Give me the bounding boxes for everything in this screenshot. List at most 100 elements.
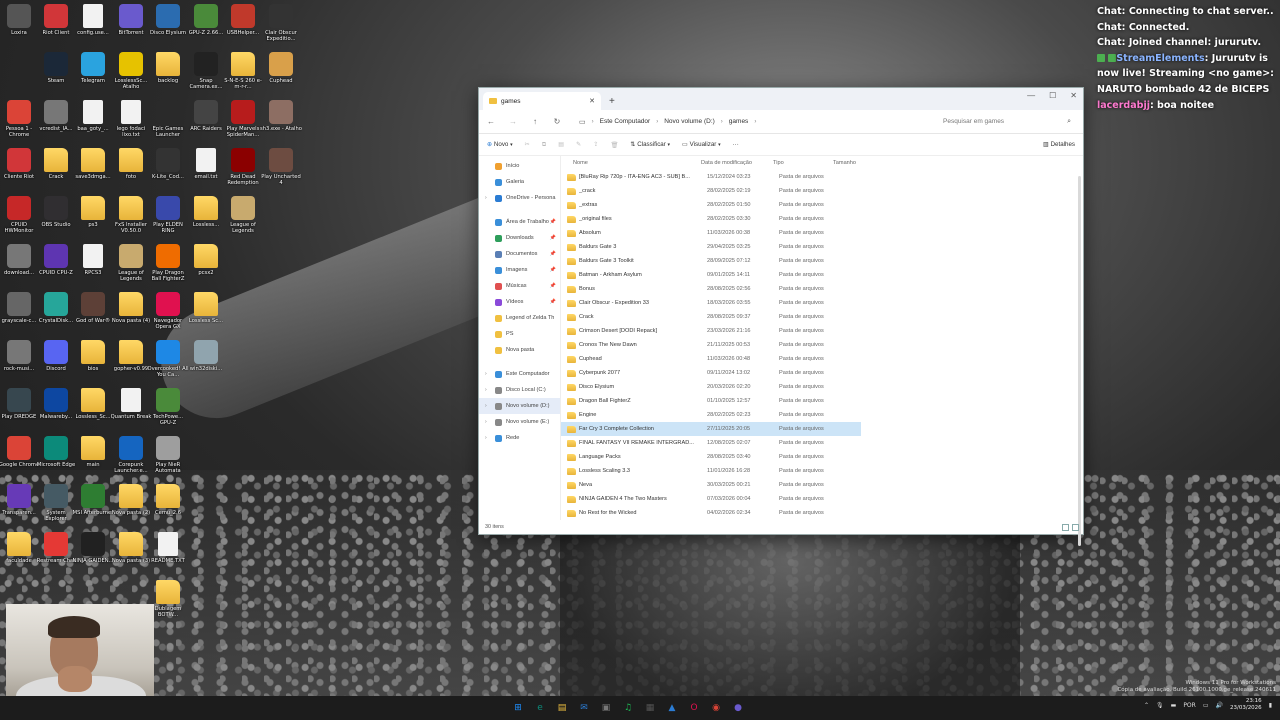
nav-item[interactable]: › Este Computador [479,366,560,382]
search-box[interactable]: Pesquisar em games ⌕ [937,114,1077,130]
rename-icon[interactable]: ✎ [576,141,581,148]
desktop-icon[interactable]: Cemu_2.6 [149,484,187,516]
chevron-right-icon[interactable]: › [485,435,487,441]
table-row[interactable]: Cronos The New Dawn 21/11/2025 00:53 Pasta… [561,338,1083,352]
paste-icon[interactable]: ▤ [558,141,564,148]
desktop-icon[interactable]: gopher-v0.99 [112,340,150,372]
nav-item[interactable]: Imagens 📌 [479,262,560,278]
table-row[interactable]: _crack 28/02/2025 02:19 Pasta de arquivos [561,184,1083,198]
desktop-icon[interactable]: League of Legends [112,244,150,282]
nav-item[interactable]: › Novo volume (D:) [479,398,560,414]
breadcrumb-folder[interactable]: games [729,118,749,125]
nav-item[interactable]: › Novo volume (E:) [479,414,560,430]
file-explorer-icon[interactable]: ▤ [554,700,570,716]
table-row[interactable]: Cyberpunk 2077 09/11/2024 13:02 Pasta de a… [561,366,1083,380]
desktop-icon[interactable]: save3dmga... [74,148,112,180]
view-button[interactable]: ▭ Visualizar ▾ [682,141,721,148]
nav-item[interactable]: Área de Trabalho 📌 [479,214,560,230]
desktop-icon[interactable]: Crack [37,148,75,180]
desktop-icon[interactable]: Corepunk Launcher.e... [112,436,150,474]
opera-gx-icon[interactable]: O [686,700,702,716]
desktop-icon[interactable]: Lossless... [187,196,225,228]
desktop-icon[interactable]: FxS Installer V0.50.0 [112,196,150,234]
new-button[interactable]: ⊕ Novo ▾ [487,141,513,148]
table-row[interactable]: Crack 28/08/2025 09:37 Pasta de arquivos [561,310,1083,324]
table-row[interactable]: Language Packs 28/08/2025 03:40 Pasta de a… [561,450,1083,464]
desktop-icon[interactable]: faculdade [0,532,38,564]
nav-item[interactable]: Início [479,158,560,174]
desktop-icon[interactable]: Snap Camera.ex... [187,52,225,90]
desktop-icon[interactable]: CPUID CPU-Z [37,244,75,276]
details-view-icon[interactable] [1062,523,1069,531]
desktop-icon[interactable]: NINJA GAIDEN... [72,532,114,564]
desktop-icon[interactable]: League of Legends [224,196,262,234]
up-arrow-icon[interactable]: ↑ [529,117,541,126]
tab-games[interactable]: games ✕ [483,92,601,110]
nav-item[interactable]: Legend of Zelda Th [479,310,560,326]
desktop-icon[interactable]: Nova pasta (2) [112,484,150,516]
copy-icon[interactable]: ⧉ [542,141,546,149]
nav-item[interactable]: Vídeos 📌 [479,294,560,310]
desktop-icon[interactable]: System Explorer [37,484,75,522]
table-row[interactable]: Clair Obscur - Expedition 33 18/03/2026 0… [561,296,1083,310]
store-icon[interactable]: ▣ [598,700,614,716]
address-bar[interactable]: ▭ › Este Computador › Novo volume (D:) ›… [573,114,913,130]
table-row[interactable]: Baldurs Gate 3 29/04/2025 03:25 Pasta de a… [561,240,1083,254]
monitor-tray-icon[interactable]: ▭ [1203,702,1209,709]
desktop-icon[interactable]: GPU-Z 2.66... [187,4,225,36]
desktop-icon[interactable]: Malwareby... [37,388,75,420]
nav-item[interactable]: Documentos 📌 [479,246,560,262]
desktop-icon[interactable]: Epic Games Launcher [149,100,187,138]
desktop-icon[interactable]: BitTorrent [112,4,150,36]
chevron-up-icon[interactable]: ⌃ [1144,702,1149,709]
table-row[interactable]: Bonus 28/08/2025 02:56 Pasta de arquivos [561,282,1083,296]
desktop-icon[interactable]: LosslessSc... Atalho [112,52,150,90]
chevron-right-icon[interactable]: › [485,403,487,409]
table-row[interactable]: [BluRay Rip 720p - ITA-ENG AC3 - SUB] B.… [561,170,1083,184]
mail-icon[interactable]: ✉ [576,700,592,716]
column-type[interactable]: Tipo [773,160,833,166]
close-tab-icon[interactable]: ✕ [589,97,595,105]
desktop-icon[interactable]: Play Uncharted 4 [261,148,301,186]
table-row[interactable]: Absolum 11/03/2026 00:38 Pasta de arquivos [561,226,1083,240]
column-date[interactable]: Data de modificação [701,160,773,166]
chevron-right-icon[interactable]: › [485,371,487,377]
desktop-icon[interactable]: rock-musi... [0,340,38,372]
nav-item[interactable]: Músicas 📌 [479,278,560,294]
notification-icon[interactable]: ▮ [1269,702,1272,709]
nav-item[interactable]: › Rede [479,430,560,446]
table-row[interactable]: _original files 28/02/2025 03:30 Pasta de … [561,212,1083,226]
desktop-icon[interactable]: Restream Chat [37,532,75,564]
desktop-icon[interactable]: S-N-E-S 260 e-m-r-r... [224,52,262,90]
desktop-icon[interactable]: win32diski... [187,340,225,372]
desktop-icon[interactable]: CrystalDisk... [37,292,75,324]
nav-item[interactable]: Galeria [479,174,560,190]
desktop-icon[interactable]: Red Dead Redemption [224,148,262,186]
more-options-button[interactable]: ··· [733,141,739,148]
desktop-icon[interactable]: foto [112,148,150,180]
back-arrow-icon[interactable]: ← [485,117,497,126]
desktop-icon[interactable]: Quantum Break [111,388,151,420]
network-icon[interactable]: ▬ [1171,702,1177,709]
desktop-icon[interactable]: K-Lite_Cod... [149,148,187,180]
desktop-icon[interactable]: config.use... [74,4,112,36]
desktop-icon[interactable]: Play NieR Automata [149,436,187,474]
table-row[interactable]: No Rest for the Wicked 04/02/2026 02:34 Pa… [561,506,1083,520]
table-row[interactable]: Far Cry 3 Complete Collection 27/11/2025 … [561,422,861,436]
desktop-icon[interactable]: Discord [37,340,75,372]
nav-item[interactable]: › OneDrive - Persona [479,190,560,206]
close-window-icon[interactable]: ✕ [1070,91,1077,100]
table-row[interactable]: Engine 28/02/2025 02:23 Pasta de arquivos [561,408,1083,422]
minimize-icon[interactable]: — [1027,91,1035,100]
desktop-icon[interactable]: Loxira [0,4,38,36]
edge-icon[interactable]: e [532,700,548,716]
desktop-icon[interactable]: README.TXT [149,532,187,564]
cut-icon[interactable]: ✂ [525,141,530,148]
desktop-icon[interactable]: Transparen... [0,484,38,516]
nav-item[interactable]: Nova pasta [479,342,560,358]
desktop-icon[interactable]: Nova pasta (4) [112,292,150,324]
desktop-icon[interactable]: Play DREDGE [0,388,38,420]
desktop-icon[interactable]: Play Dragon Ball FighterZ [149,244,187,282]
desktop-icon[interactable]: download... [0,244,38,276]
vertical-scrollbar[interactable] [1078,176,1081,546]
